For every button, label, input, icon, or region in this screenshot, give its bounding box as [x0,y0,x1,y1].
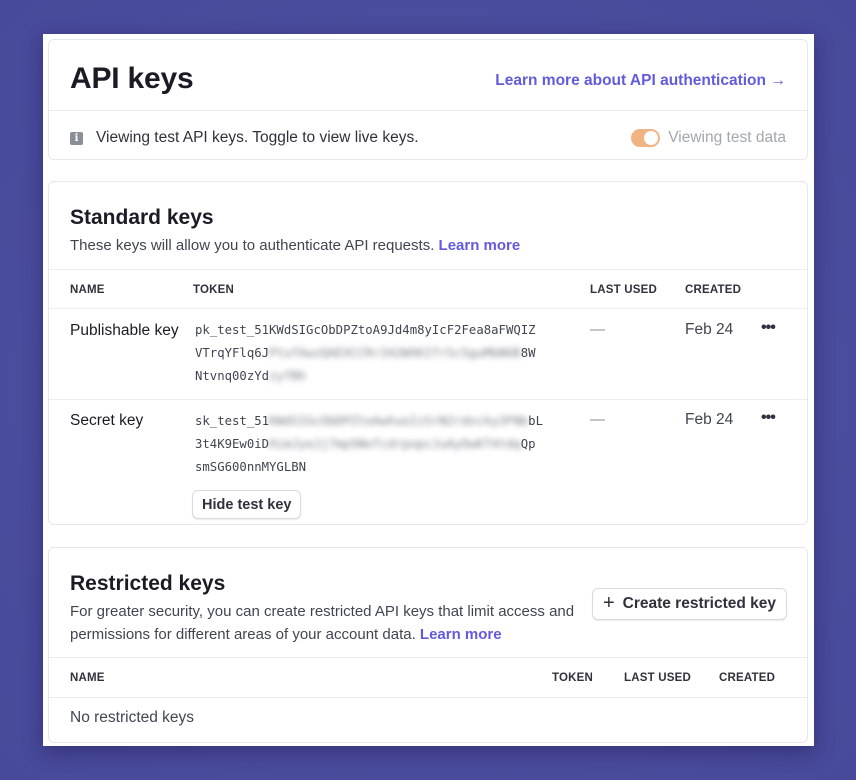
arrow-right-icon: → [770,72,786,89]
restricted-keys-description: For greater security, you can create res… [70,600,574,646]
standard-keys-description-text: These keys will allow you to authenticat… [70,237,435,254]
create-restricted-key-button[interactable]: + Create restricted key [591,588,787,620]
token-line: smSG600nnMYGLBN [195,456,555,479]
token-line: sk_test_51KWdSIGcObDPZtoAwhuoIzSrN2rdxck… [195,410,555,433]
toggle-knob [644,131,659,145]
api-authentication-link[interactable]: Learn more about API authentication → [495,72,786,90]
column-header-created: CREATED [685,284,742,296]
restricted-keys-card: Restricted keys For greater security, yo… [48,547,808,743]
standard-keys-title: Standard keys [70,206,214,229]
token-visible: bL [528,414,543,428]
token-line: Ntvnq00zYdzyfBh [195,365,555,388]
key-name: Secret key [70,412,144,429]
column-header-created: CREATED [719,672,776,684]
token-visible: pk_test_51KWdSIGcObDPZtoA9Jd4m8yIcF2Fea8… [195,323,536,337]
more-horizontal-icon[interactable]: ••• [761,409,776,427]
standard-keys-card: Standard keys These keys will allow you … [48,181,808,525]
restricted-keys-title: Restricted keys [70,572,226,595]
test-mode-message: Viewing test API keys. Toggle to view li… [96,129,419,146]
token-line: 3t4K9Ew0iDHimJyeJj7mp5NofcdrpopcJuAyOwKT… [195,433,555,456]
header-card: API keys Learn more about API authentica… [48,39,808,160]
restricted-keys-description-line1: For greater security, you can create res… [70,603,575,620]
plus-icon: + [602,592,615,614]
token-redacted: PtufAwzQAEXCCRr342WXKIfrSc5guMbN6B [269,346,521,360]
test-mode-banner: i Viewing test API keys. Toggle to view … [70,124,786,152]
token-visible: VTrqYFlq6J [195,346,270,360]
restricted-keys-learn-more-link[interactable]: Learn more [420,626,502,643]
token-redacted: KWdSIGcObDPZtoAwhuoIzSrN2rdxcky3FNb [269,414,529,428]
last-used: — [590,411,605,428]
secret-key-token[interactable]: sk_test_51KWdSIGcObDPZtoAwhuoIzSrN2rdxck… [195,410,555,479]
column-header-last-used: LAST USED [624,672,691,684]
token-visible: Qp [520,437,536,451]
key-name: Publishable key [70,322,179,339]
column-header-name: NAME [70,672,105,684]
restricted-keys-description-line2: permissions for different areas of your … [70,626,416,643]
column-header-last-used: LAST USED [590,284,657,296]
column-header-token: TOKEN [552,672,594,684]
column-header-token: TOKEN [193,284,235,296]
divider [49,697,807,698]
api-authentication-link-label: Learn more about API authentication [495,72,766,89]
token-visible: sk_test_51 [195,414,270,428]
token-visible: smSG600nnMYGLBN [195,460,307,474]
token-visible: 8W [520,346,536,360]
divider [49,657,807,658]
divider [49,399,807,400]
api-keys-page: API keys Learn more about API authentica… [43,34,814,746]
divider [49,269,807,270]
create-restricted-key-label: Create restricted key [622,595,776,612]
empty-state-message: No restricted keys [70,709,195,726]
last-used: — [590,321,605,338]
token-redacted: zyfBh [269,369,307,383]
created-date: Feb 24 [685,321,734,338]
divider [49,110,807,111]
publishable-key-token[interactable]: pk_test_51KWdSIGcObDPZtoA9Jd4m8yIcF2Fea8… [195,319,555,388]
token-line: pk_test_51KWdSIGcObDPZtoA9Jd4m8yIcF2Fea8… [195,319,555,342]
standard-keys-learn-more-link[interactable]: Learn more [439,237,521,254]
test-data-toggle[interactable] [631,129,661,147]
token-visible: 3t4K9Ew0iD [195,437,270,451]
token-redacted: HimJyeJj7mp5NofcdrpopcJuAyOwKT4tdq [269,437,521,451]
token-line: VTrqYFlq6JPtufAwzQAEXCCRr342WXKIfrSc5guM… [195,342,555,365]
created-date: Feb 24 [685,411,734,428]
divider [49,308,807,309]
hide-test-key-button[interactable]: Hide test key [192,490,302,519]
column-header-name: NAME [70,284,105,296]
test-data-toggle-group: Viewing test data [631,129,786,147]
token-visible: Ntvnq00zYd [195,369,270,383]
info-icon: i [70,131,83,145]
test-data-toggle-label[interactable]: Viewing test data [668,129,786,147]
standard-keys-description: These keys will allow you to authenticat… [70,234,520,257]
more-horizontal-icon[interactable]: ••• [761,319,776,337]
page-title: API keys [70,62,194,95]
